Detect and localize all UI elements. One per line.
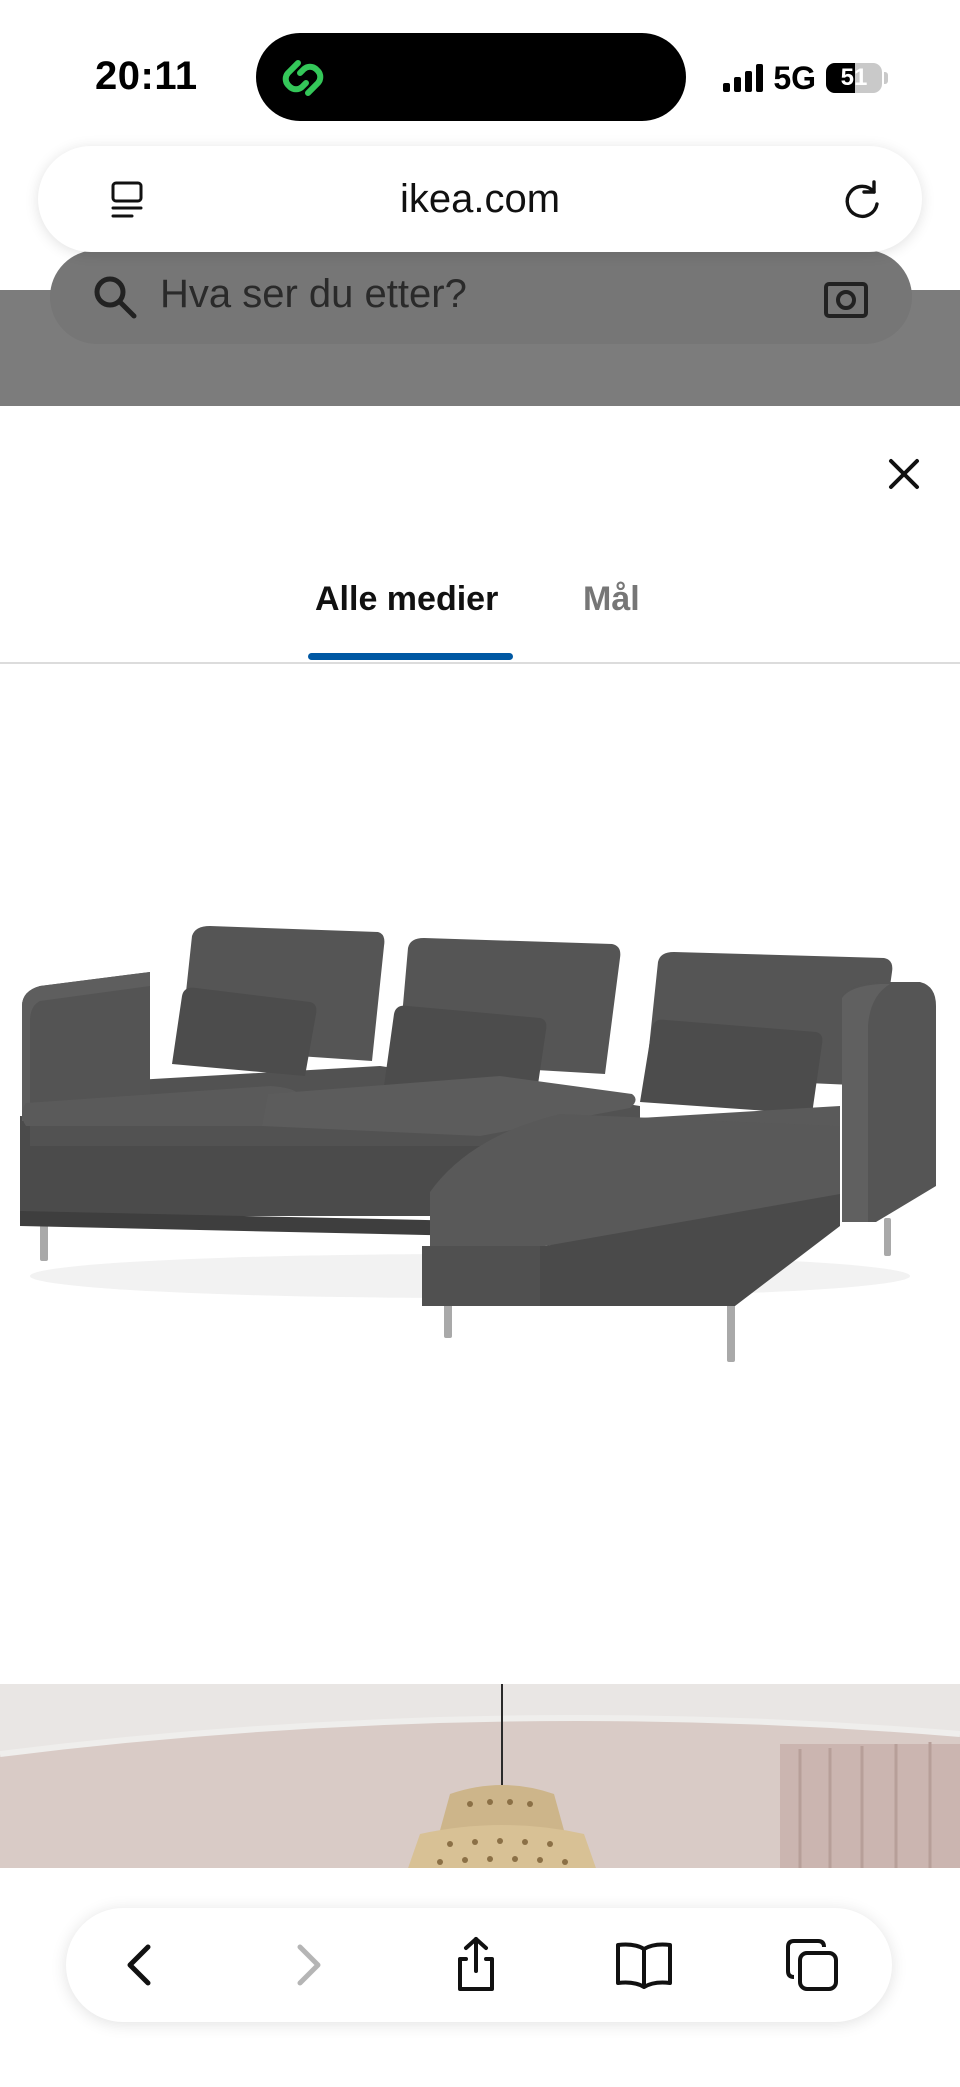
network-type: 5G	[773, 59, 816, 96]
search-placeholder: Hva ser du etter?	[160, 272, 467, 316]
camera-icon	[824, 282, 868, 318]
search-icon	[94, 276, 137, 319]
media-modal: Alle medier Mål	[0, 406, 960, 1868]
close-icon[interactable]	[876, 446, 932, 502]
forward-chevron-icon[interactable]	[276, 1933, 340, 1997]
tabs-icon[interactable]	[780, 1933, 844, 1997]
reload-icon[interactable]	[840, 178, 884, 222]
link-chain-icon	[282, 60, 324, 96]
screen: 20:11 5G 51 Hva ser du etter? ikea.com A…	[0, 0, 960, 2087]
battery-level: 51	[840, 64, 868, 91]
url-text[interactable]: ikea.com	[38, 146, 922, 252]
media-tabs: Alle medier Mål	[0, 556, 960, 664]
background-search-bar: Hva ser du etter?	[50, 250, 912, 344]
active-tab-indicator	[308, 653, 513, 660]
status-bar: 20:11 5G 51	[0, 0, 960, 150]
dynamic-island	[256, 33, 686, 121]
status-time: 20:11	[95, 54, 198, 98]
battery-nub	[884, 72, 888, 84]
tab-dimensions[interactable]: Mål	[583, 580, 640, 619]
product-image-sofa[interactable]	[0, 666, 960, 1686]
cellular-signal-icon	[723, 64, 764, 92]
battery-icon: 51	[826, 63, 882, 93]
bookmarks-book-icon[interactable]	[612, 1933, 676, 1997]
product-room-image[interactable]	[0, 1684, 960, 1868]
address-bar[interactable]: ikea.com	[38, 146, 922, 252]
status-indicators: 5G 51	[723, 58, 888, 98]
browser-toolbar	[66, 1908, 892, 2022]
tab-all-media[interactable]: Alle medier	[315, 580, 498, 619]
share-icon[interactable]	[444, 1933, 508, 1997]
back-chevron-icon[interactable]	[108, 1933, 172, 1997]
